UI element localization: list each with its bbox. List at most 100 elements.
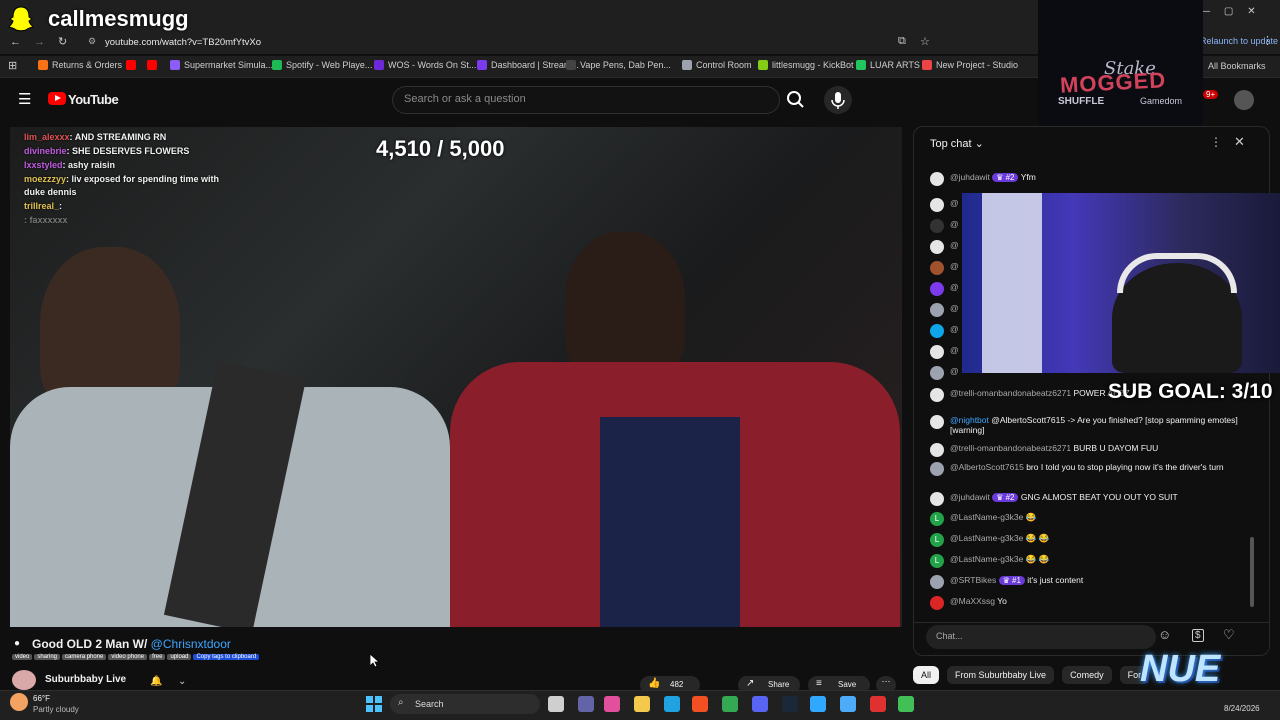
chat-author[interactable]: @MaXXssg	[950, 596, 997, 606]
video-tag[interactable]: upload	[167, 654, 192, 660]
chat-avatar[interactable]	[930, 172, 944, 186]
chat-avatar[interactable]	[930, 596, 944, 610]
window-controls[interactable]: — ▢ ✕	[1200, 6, 1256, 17]
hamburger-menu-icon[interactable]: ☰	[18, 90, 31, 108]
chat-input[interactable]: Chat...	[926, 625, 1156, 649]
chat-avatar[interactable]: L	[930, 533, 944, 547]
filter-chip[interactable]: All	[913, 666, 940, 684]
chat-avatar[interactable]	[930, 324, 944, 338]
chat-avatar[interactable]: L	[930, 554, 944, 568]
search-box[interactable]: Search or ask a question	[392, 86, 780, 114]
notification-bell-icon[interactable]: 🔔	[150, 676, 162, 687]
chat-avatar[interactable]	[930, 303, 944, 317]
chat-author[interactable]: @	[950, 324, 959, 334]
forward-icon[interactable]: →	[34, 36, 45, 48]
chat-author[interactable]: @trelli-omanbandonabeatz6271	[950, 388, 1073, 398]
chrome-icon[interactable]	[722, 696, 738, 712]
chat-author[interactable]: @juhdawit	[950, 492, 992, 502]
search-input[interactable]: Search or ask a question	[404, 93, 526, 105]
chat-author[interactable]: @	[950, 303, 959, 313]
weather-icon[interactable]	[10, 693, 28, 711]
bookmark-item[interactable]: WOS - Words On St...	[374, 60, 476, 70]
site-info-icon[interactable]: ⚙	[88, 36, 96, 47]
chevron-down-icon[interactable]: ⌄	[178, 676, 186, 687]
avatar[interactable]	[1234, 90, 1254, 110]
discord-icon[interactable]	[752, 696, 768, 712]
menu-kebab-icon[interactable]: ⋮	[1262, 34, 1273, 47]
reload-icon[interactable]: ↻	[58, 35, 67, 48]
channel-name[interactable]: Suburbbaby Live	[45, 674, 126, 685]
bookmark-star-icon[interactable]: ☆	[920, 35, 930, 48]
copilot-icon[interactable]	[604, 696, 620, 712]
video-tag[interactable]: video phone	[108, 654, 148, 660]
notepad-icon[interactable]	[840, 696, 856, 712]
chat-author[interactable]: @	[950, 261, 959, 271]
bookmark-item[interactable]: Vape Pens, Dab Pen...	[566, 60, 671, 70]
chat-avatar[interactable]: L	[930, 512, 944, 526]
bookmark-item[interactable]: Dashboard | Stream...	[477, 60, 579, 70]
chat-author[interactable]: @LastName-g3k3e	[950, 533, 1026, 543]
bookmark-item[interactable]: littlesmugg - KickBot	[758, 60, 854, 70]
chat-author[interactable]: @	[950, 240, 959, 250]
youtube-logo-text[interactable]: YouTube	[68, 92, 119, 107]
chat-avatar[interactable]	[930, 443, 944, 457]
super-chat-icon[interactable]: $	[1192, 629, 1204, 642]
video-tag[interactable]: camera phone	[62, 654, 107, 660]
heart-icon[interactable]: ♡	[1223, 627, 1235, 643]
app-icon[interactable]	[898, 696, 914, 712]
video-tag[interactable]: video	[12, 654, 33, 660]
bookmark-item[interactable]: Returns & Orders	[38, 60, 122, 70]
chat-avatar[interactable]	[930, 240, 944, 254]
chat-avatar[interactable]	[930, 575, 944, 589]
search-button[interactable]	[780, 86, 810, 114]
chat-avatar[interactable]	[930, 462, 944, 476]
bookmark-item[interactable]: LUAR ARTS	[856, 60, 920, 70]
chat-avatar[interactable]	[930, 415, 944, 429]
voice-search-button[interactable]	[824, 86, 852, 114]
url-text[interactable]: youtube.com/watch?v=TB20mfYtvXo	[105, 37, 261, 48]
edge-icon[interactable]	[664, 696, 680, 712]
chat-scrollbar[interactable]	[1250, 537, 1254, 607]
bookmark-item[interactable]	[126, 60, 140, 70]
chat-author[interactable]: @	[950, 282, 959, 292]
youtube-logo-icon[interactable]	[48, 92, 66, 105]
close-chat-icon[interactable]: ✕	[1234, 134, 1245, 150]
video-tag[interactable]: free	[149, 654, 166, 660]
notification-count-badge[interactable]: 9+	[1203, 90, 1219, 99]
chat-author[interactable]: @AlbertoScott7615	[950, 462, 1026, 472]
back-icon[interactable]: ←	[10, 36, 21, 48]
chat-avatar[interactable]	[930, 388, 944, 402]
bookmark-item[interactable]: Control Room	[682, 60, 752, 70]
chat-author[interactable]: @	[950, 198, 959, 208]
chat-avatar[interactable]	[930, 492, 944, 506]
cast-icon[interactable]: ⧉	[898, 35, 906, 48]
video-tag[interactable]: sharing	[34, 654, 61, 660]
all-bookmarks[interactable]: All Bookmarks	[1208, 61, 1266, 71]
emoji-icon[interactable]: ☺	[1158, 627, 1171, 642]
chat-mode-dropdown[interactable]: Top chat ⌄	[930, 137, 984, 150]
chat-author[interactable]: @LastName-g3k3e	[950, 512, 1026, 522]
filter-chip[interactable]: From Suburbbaby Live	[947, 666, 1055, 684]
chat-avatar[interactable]	[930, 366, 944, 380]
chat-menu-icon[interactable]: ⋮	[1210, 135, 1222, 149]
chat-avatar[interactable]	[930, 261, 944, 275]
photoshop-icon[interactable]	[810, 696, 826, 712]
windows-start-icon[interactable]	[366, 696, 382, 712]
chat-author[interactable]: @	[950, 345, 959, 355]
channel-avatar[interactable]	[12, 670, 36, 690]
chat-author[interactable]: @nightbot	[950, 415, 991, 425]
bookmark-item[interactable]: Supermarket Simula...	[170, 60, 273, 70]
chat-avatar[interactable]	[930, 282, 944, 296]
store-icon[interactable]	[692, 696, 708, 712]
chat-author[interactable]: @juhdawit	[950, 172, 992, 182]
file-explorer-icon[interactable]	[634, 696, 650, 712]
chat-author[interactable]: @trelli-omanbandonabeatz6271	[950, 443, 1073, 453]
taskbar-search[interactable]: ⌕ Search	[390, 694, 540, 714]
adobe-icon[interactable]	[870, 696, 886, 712]
task-view-icon[interactable]	[548, 696, 564, 712]
weather-desc[interactable]: Partly cloudy	[33, 705, 79, 714]
bookmark-item[interactable]	[147, 60, 161, 70]
chat-author[interactable]: @	[950, 219, 959, 229]
chat-avatar[interactable]	[930, 198, 944, 212]
weather-temp[interactable]: 66°F	[33, 694, 50, 703]
